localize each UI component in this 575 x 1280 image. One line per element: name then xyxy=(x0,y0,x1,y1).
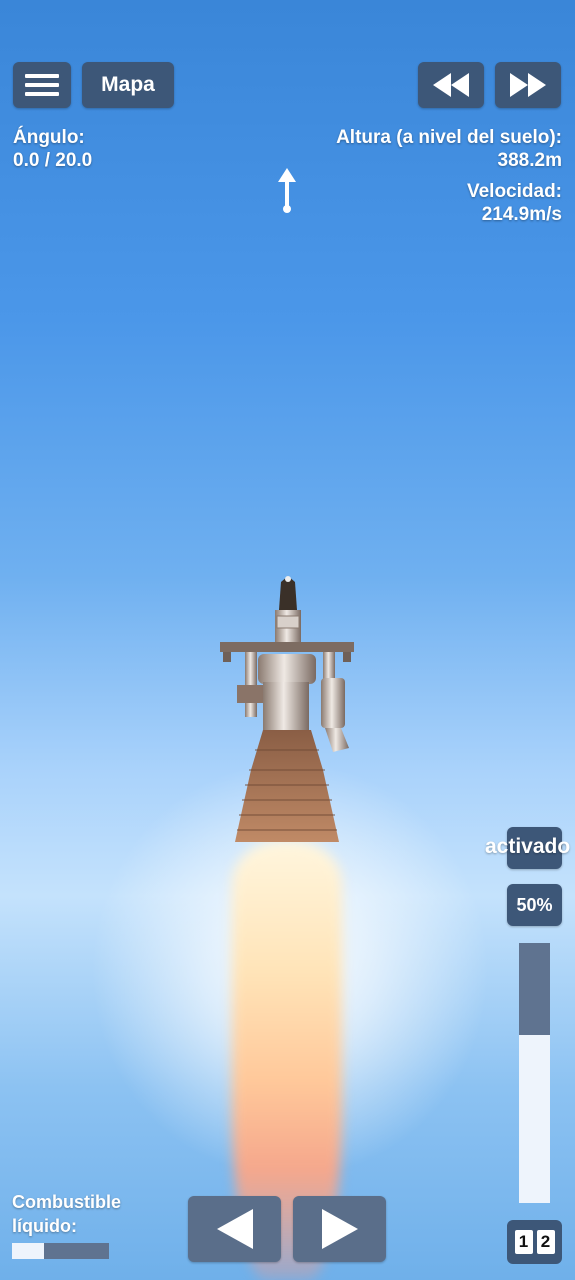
rocket xyxy=(220,576,354,842)
angle-value: 0.0 / 20.0 xyxy=(13,150,93,171)
rewind-icon xyxy=(433,73,469,97)
fuel-label: Combustible líquido: xyxy=(12,1192,122,1236)
altitude-value: 388.2m xyxy=(497,150,562,171)
activated-toggle[interactable]: activado xyxy=(485,827,570,869)
stage-2-label[interactable]: 2 xyxy=(536,1230,555,1254)
velocity-label: Velocidad: xyxy=(466,181,562,202)
rewind-button[interactable] xyxy=(418,62,484,108)
stage-1-label[interactable]: 1 xyxy=(514,1230,533,1254)
throttle-percent-label: 50% xyxy=(516,894,553,915)
menu-icon xyxy=(25,69,59,101)
map-button-label: Mapa xyxy=(101,73,155,96)
altitude-label: Altura (a nivel del suelo): xyxy=(336,127,562,148)
stage-selector[interactable]: 1 2 xyxy=(507,1220,562,1264)
rotate-left-icon xyxy=(216,1209,253,1249)
fast-forward-icon xyxy=(510,73,546,97)
fast-forward-button[interactable] xyxy=(495,62,561,108)
rotate-left-button[interactable] xyxy=(188,1196,281,1262)
fuel-gauge xyxy=(12,1243,109,1259)
heading-arrow-icon xyxy=(278,168,296,213)
menu-button[interactable] xyxy=(13,62,71,108)
rotate-right-icon xyxy=(321,1209,358,1249)
angle-label: Ángulo: xyxy=(13,127,85,148)
throttle-slider-filled xyxy=(519,943,550,1035)
throttle-percent-display: 50% xyxy=(507,884,562,926)
rotate-right-button[interactable] xyxy=(293,1196,386,1262)
throttle-slider[interactable] xyxy=(519,943,550,1203)
activated-label: activado xyxy=(485,835,571,858)
map-button[interactable]: Mapa xyxy=(82,62,174,108)
velocity-value: 214.9m/s xyxy=(481,204,562,225)
fuel-gauge-level xyxy=(12,1243,44,1259)
